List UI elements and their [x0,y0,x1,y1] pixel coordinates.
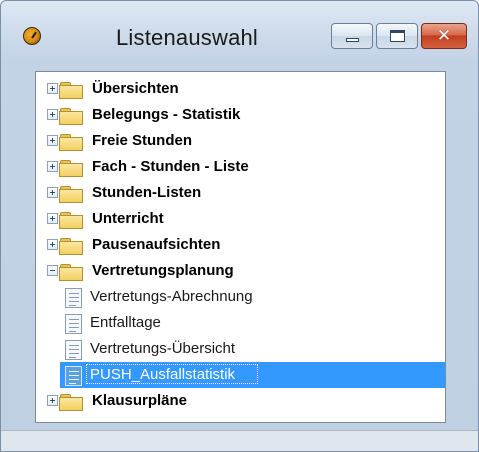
folder-icon [59,212,83,229]
expand-icon[interactable] [47,187,58,198]
folder-icon [59,264,83,281]
expand-icon[interactable] [47,161,58,172]
tree-item-label: Pausenaufsichten [92,236,221,253]
tree-folder-item[interactable]: Belegungs - Statistik [36,102,445,128]
list-tree[interactable]: Übersichten Belegungs - Statistik Freie St… [35,71,446,423]
folder-icon [59,394,83,411]
app-clock-icon[interactable] [23,27,41,45]
tree-folder-item[interactable]: Klausurpläne [36,388,445,414]
expand-icon[interactable] [47,83,58,94]
tree-item-label: Vertretungs-Abrechnung [90,288,253,305]
tree-item-label: Stunden-Listen [92,184,202,201]
window-title: Listenauswahl [116,25,259,50]
tree-folder-item[interactable]: Übersichten [36,76,445,102]
report-icon [65,288,82,308]
folder-icon [59,186,83,203]
expand-icon[interactable] [47,395,58,406]
report-icon [65,340,82,360]
expand-icon[interactable] [47,239,58,250]
folder-icon [59,238,83,255]
maximize-button[interactable] [376,23,418,49]
folder-icon [59,108,83,125]
tree-item-label: Übersichten [92,80,179,97]
tree-item-label: Entfalltage [90,314,161,331]
expand-icon[interactable] [47,213,58,224]
folder-icon [59,134,83,151]
tree-item-label: Belegungs - Statistik [92,106,241,123]
status-bar [1,430,478,451]
tree-item-label: Klausurpläne [92,392,188,409]
tree-folder-item[interactable]: Vertretungsplanung [36,258,445,284]
expand-icon[interactable] [47,135,58,146]
tree-report-item-selected[interactable]: PUSH_Ausfallstatistik [36,362,445,388]
list-selection-window: Listenauswahl ✕ Übersichten Belegungs - S… [0,0,479,452]
close-button[interactable]: ✕ [421,23,467,49]
tree-item-label: PUSH_Ausfallstatistik [90,366,236,383]
tree-folder-item[interactable]: Freie Stunden [36,128,445,154]
tree-item-label: Fach - Stunden - Liste [92,158,249,175]
minimize-button[interactable] [331,23,373,49]
title-bar[interactable]: Listenauswahl ✕ [1,1,478,63]
report-icon [65,366,82,386]
tree-report-item[interactable]: Entfalltage [36,310,445,336]
tree-folder-item[interactable]: Unterricht [36,206,445,232]
tree-item-label: Unterricht [92,210,164,227]
tree-item-label: Freie Stunden [92,132,193,149]
tree-report-item[interactable]: Vertretungs-Abrechnung [36,284,445,310]
expand-icon[interactable] [47,109,58,120]
folder-icon [59,160,83,177]
report-icon [65,314,82,334]
tree-folder-item[interactable]: Pausenaufsichten [36,232,445,258]
tree-folder-item[interactable]: Stunden-Listen [36,180,445,206]
tree-report-item[interactable]: Vertretungs-Übersicht [36,336,445,362]
collapse-icon[interactable] [47,265,58,276]
tree-item-label: Vertretungsplanung [92,262,234,279]
maximize-icon [390,30,405,42]
tree-item-label: Vertretungs-Übersicht [90,340,236,357]
close-icon: ✕ [436,26,452,46]
minimize-icon [346,38,359,42]
folder-icon [59,82,83,99]
tree-folder-item[interactable]: Fach - Stunden - Liste [36,154,445,180]
